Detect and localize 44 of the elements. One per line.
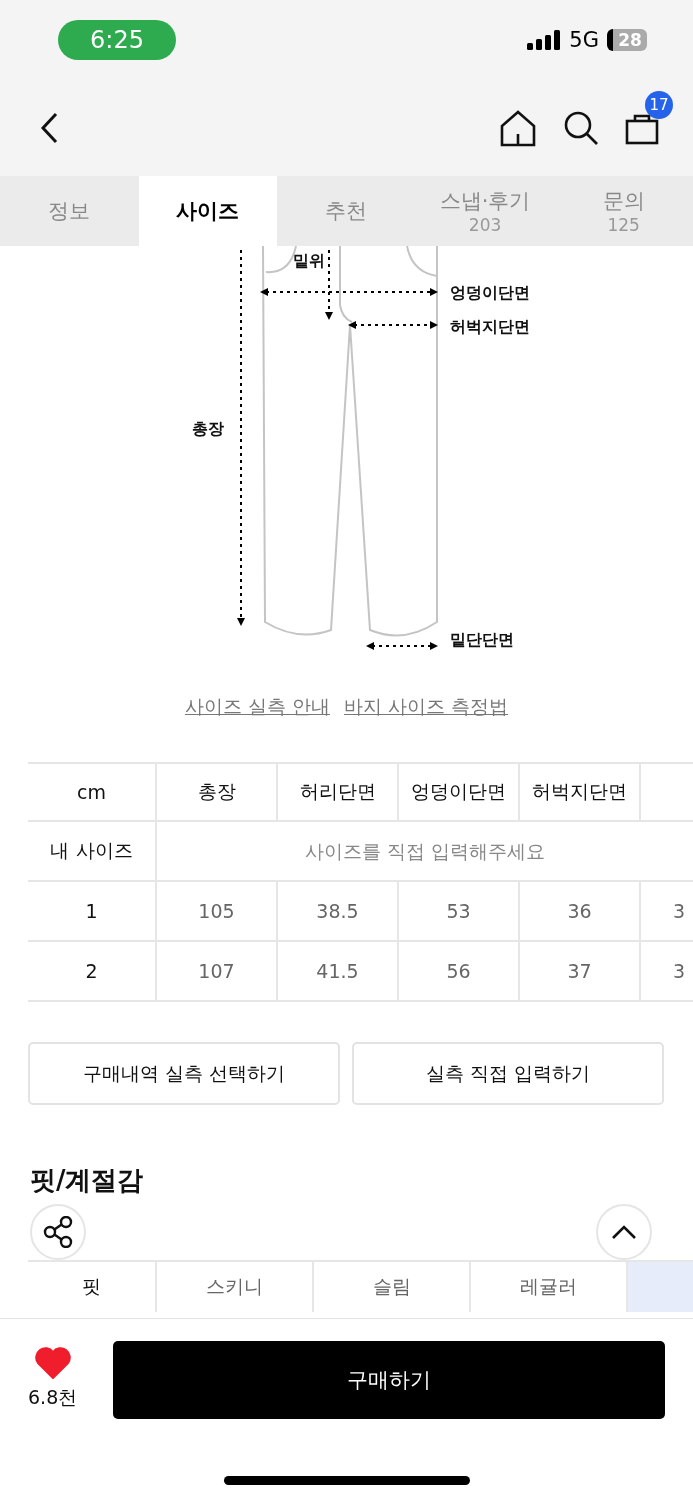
guide-link[interactable]: 사이즈 실측 안내 bbox=[184, 694, 330, 720]
share-button[interactable] bbox=[30, 1204, 86, 1260]
row-header: 1 bbox=[28, 882, 157, 940]
scroll-top-button[interactable] bbox=[596, 1204, 652, 1260]
measurement-label: 엉덩이단면 bbox=[450, 283, 530, 302]
cart-count-badge: 17 bbox=[645, 91, 673, 119]
table-cell: 36 bbox=[520, 882, 641, 940]
network-label: 5G bbox=[569, 28, 599, 52]
section-title: 핏/계절감 bbox=[30, 1164, 145, 1197]
search-button[interactable] bbox=[563, 110, 599, 146]
share-icon bbox=[43, 1216, 73, 1248]
measurement-label: 밑위 bbox=[293, 251, 325, 270]
column-header: cm bbox=[28, 764, 157, 820]
like-button[interactable]: 6.8천 bbox=[28, 1347, 78, 1411]
table-cell: 3 bbox=[641, 882, 693, 940]
rise-arrow bbox=[325, 249, 333, 320]
table-cell: 105 bbox=[157, 882, 278, 940]
back-button[interactable] bbox=[38, 111, 60, 145]
table-cell: 41.5 bbox=[278, 942, 399, 1000]
column-header: 엉덩이단면 bbox=[399, 764, 520, 820]
home-button[interactable] bbox=[499, 109, 537, 147]
buy-button[interactable]: 구매하기 bbox=[113, 1341, 665, 1419]
column-header: 허리단면 bbox=[278, 764, 399, 820]
column-header: 허벅지단면 bbox=[520, 764, 641, 820]
chevron-up-icon bbox=[611, 1224, 637, 1240]
table-cell: 56 bbox=[399, 942, 520, 1000]
table-cell: 38.5 bbox=[278, 882, 399, 940]
hem-arrow bbox=[366, 642, 438, 650]
measurement-label: 밑단단면 bbox=[450, 630, 514, 649]
section-tab[interactable]: 사이즈 bbox=[138, 176, 278, 246]
column-header: 총장 bbox=[157, 764, 278, 820]
status-time: 6:25 bbox=[58, 20, 176, 60]
measure-button[interactable]: 구매내역 실측 선택하기 bbox=[28, 1042, 340, 1105]
signal-icon bbox=[527, 30, 562, 50]
measurement-label: 허벅지단면 bbox=[450, 317, 530, 336]
battery-indicator: 28 bbox=[607, 29, 647, 51]
measurement-label: 총장 bbox=[192, 419, 224, 438]
row-header: 2 bbox=[28, 942, 157, 1000]
table-cell: 37 bbox=[520, 942, 641, 1000]
guide-link[interactable]: 바지 사이즈 측정법 bbox=[344, 694, 509, 720]
table-cell: 107 bbox=[157, 942, 278, 1000]
table-cell: 3 bbox=[641, 942, 693, 1000]
table-cell: 53 bbox=[399, 882, 520, 940]
measure-button[interactable]: 실측 직접 입력하기 bbox=[352, 1042, 664, 1105]
